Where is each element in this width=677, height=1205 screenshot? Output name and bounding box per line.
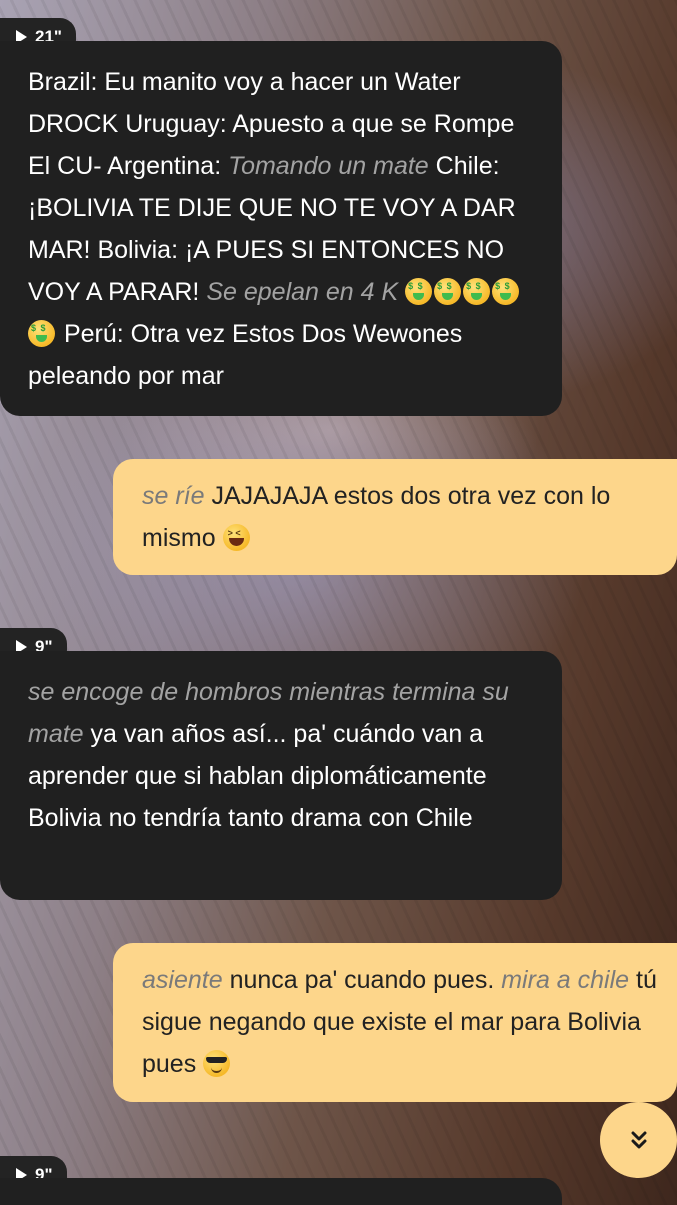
money-mouth-face-icon	[463, 278, 491, 305]
message-action-text: Se epelan en 4 K	[206, 278, 399, 306]
smiling-face-sunglasses-icon	[203, 1050, 231, 1077]
character-message-bubble[interactable]: Brazil: Eu manito voy a hacer un Water D…	[0, 41, 562, 416]
double-chevron-down-icon	[631, 1131, 646, 1149]
message-text	[398, 278, 405, 306]
message-action-text: se ríe	[142, 482, 205, 510]
character-message-bubble-partial	[0, 1178, 562, 1205]
user-message-bubble[interactable]: se ríe JAJAJAJA estos dos otra vez con l…	[113, 459, 677, 575]
message-action-text: Tomando un mate	[228, 152, 429, 180]
money-mouth-face-icon	[405, 278, 433, 305]
money-mouth-face-icon	[492, 278, 520, 305]
message-action-text: asiente	[142, 966, 223, 994]
message-text: ya van años así... pa' cuándo van a apre…	[28, 720, 487, 832]
message-action-text: mira a chile	[501, 966, 630, 994]
message-text: Perú: Otra vez Estos Dos Wewones peleand…	[28, 320, 463, 390]
message-text: nunca pa' cuando pues.	[222, 966, 502, 994]
character-message-bubble[interactable]: se encoge de hombros mientras termina su…	[0, 651, 562, 900]
grinning-squinting-face-icon	[222, 524, 250, 551]
money-mouth-face-icon	[434, 278, 462, 305]
scroll-to-bottom-button[interactable]	[600, 1102, 677, 1178]
message-text: JAJAJAJA estos dos otra vez con lo mismo	[142, 482, 611, 552]
user-message-bubble[interactable]: asiente nunca pa' cuando pues. mira a ch…	[113, 943, 677, 1102]
money-mouth-face-icon	[28, 320, 55, 347]
